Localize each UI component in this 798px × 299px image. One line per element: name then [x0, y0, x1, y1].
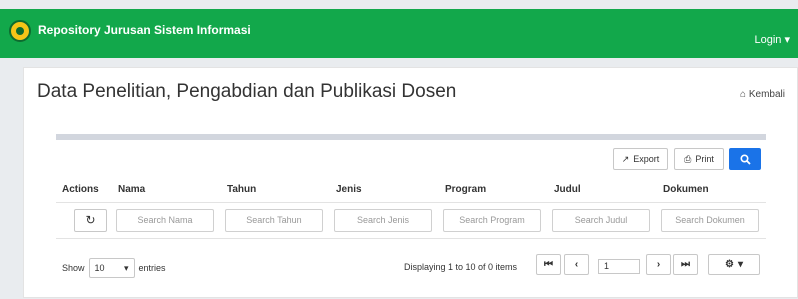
page-size-value: 10: [94, 263, 105, 273]
first-page-button[interactable]: ⏮: [536, 254, 561, 275]
column-header-nama[interactable]: Nama: [112, 178, 221, 203]
university-logo-icon: [9, 20, 31, 42]
last-page-icon: ⏭: [681, 259, 690, 270]
print-button[interactable]: ⎙ Print: [674, 148, 724, 170]
column-header-dokumen[interactable]: Dokumen: [657, 178, 766, 203]
page-number-input[interactable]: 1: [598, 259, 640, 274]
print-label: Print: [695, 154, 714, 164]
back-link[interactable]: ⌂ Kembali: [740, 89, 785, 100]
settings-dropdown-button[interactable]: ⚙ ▾: [708, 254, 760, 275]
app-title[interactable]: Repository Jurusan Sistem Informasi: [38, 23, 251, 37]
column-header-actions[interactable]: Actions: [56, 178, 112, 203]
column-header-tahun[interactable]: Tahun: [221, 178, 330, 203]
caret-down-icon: ▾: [123, 262, 129, 273]
column-header-program[interactable]: Program: [439, 178, 548, 203]
next-page-button[interactable]: ›: [646, 254, 671, 275]
reload-button[interactable]: ↻: [74, 208, 107, 232]
search-jenis-input[interactable]: Search Jenis: [334, 208, 432, 232]
search-icon: [739, 153, 751, 165]
login-menu[interactable]: Login ▾: [755, 33, 791, 46]
card-header-bar: [56, 134, 766, 140]
prev-page-button[interactable]: ‹: [564, 254, 589, 275]
page-title: Data Penelitian, Pengabdian dan Publikas…: [37, 81, 457, 102]
entries-label: entries: [138, 263, 166, 273]
data-table: Actions Nama Tahun Jenis Program Judul D…: [56, 178, 766, 239]
show-label: Show: [62, 263, 85, 273]
last-page-button[interactable]: ⏭: [673, 254, 698, 275]
search-dokumen-input[interactable]: Search Dokumen: [661, 208, 759, 232]
data-table-card: ↗ Export ⎙ Print Actions Nama Tahun Jeni…: [56, 134, 766, 299]
chevron-right-icon: ›: [656, 259, 661, 270]
filter-row: ↻ Search Nama Search Tahun Search Jenis …: [56, 202, 766, 239]
top-navbar: Repository Jurusan Sistem Informasi Logi…: [0, 9, 798, 58]
column-header-jenis[interactable]: Jenis: [330, 178, 439, 203]
print-icon: ⎙: [684, 153, 692, 164]
export-label: Export: [633, 154, 660, 164]
search-nama-input[interactable]: Search Nama: [116, 208, 214, 232]
export-icon: ↗: [621, 153, 630, 164]
back-label: Kembali: [748, 89, 785, 100]
main-panel: Data Penelitian, Pengabdian dan Publikas…: [23, 67, 798, 298]
table-header-row: Actions Nama Tahun Jenis Program Judul D…: [56, 178, 766, 203]
search-tahun-input[interactable]: Search Tahun: [225, 208, 323, 232]
page-size-control: Show 10 ▾ entries: [62, 258, 166, 278]
pagination-info: Displaying 1 to 10 of 0 items: [404, 262, 518, 272]
search-judul-input[interactable]: Search Judul: [552, 208, 650, 232]
refresh-icon: ↻: [85, 213, 96, 227]
caret-down-icon: ▾: [737, 259, 743, 270]
chevron-left-icon: ‹: [574, 259, 579, 270]
page-size-select[interactable]: 10 ▾: [88, 258, 135, 278]
column-header-judul[interactable]: Judul: [548, 178, 657, 203]
home-icon: ⌂: [740, 89, 747, 100]
export-button[interactable]: ↗ Export: [613, 148, 668, 170]
search-program-input[interactable]: Search Program: [443, 208, 541, 232]
first-page-icon: ⏮: [544, 259, 553, 270]
gear-icon: ⚙: [725, 259, 734, 270]
search-button[interactable]: [729, 148, 761, 170]
